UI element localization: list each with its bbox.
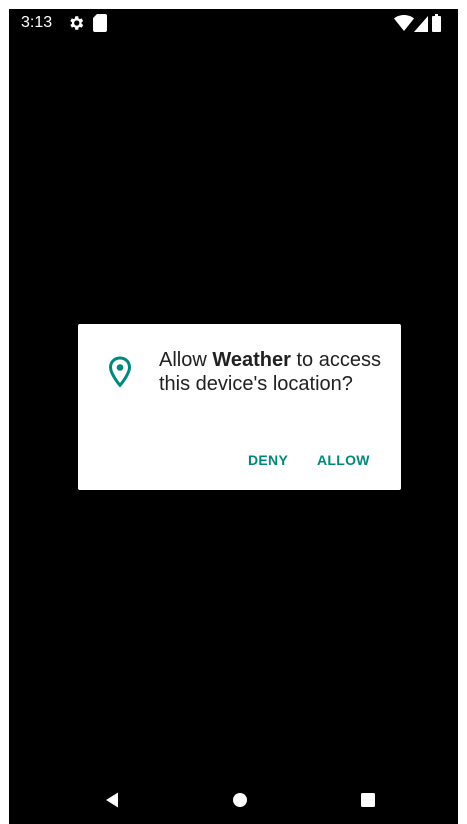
navigation-bar: [9, 776, 458, 824]
recents-icon[interactable]: [354, 786, 382, 814]
battery-icon: [432, 14, 441, 32]
message-prefix: Allow: [159, 349, 213, 371]
cell-signal-icon: [414, 16, 428, 32]
wifi-icon: [394, 15, 414, 31]
dialog-message: Allow Weather to access this device's lo…: [159, 348, 384, 396]
home-icon[interactable]: [226, 786, 254, 814]
permission-dialog: Allow Weather to access this device's lo…: [78, 324, 401, 490]
back-icon[interactable]: [99, 786, 127, 814]
sd-card-icon: [93, 14, 107, 32]
app-name: Weather: [212, 349, 291, 371]
allow-button[interactable]: ALLOW: [309, 442, 378, 478]
phone-screen: 3:13 Allow Weather to access this device…: [9, 9, 458, 824]
location-pin-icon: [108, 356, 132, 388]
status-time: 3:13: [21, 14, 53, 31]
status-bar: 3:13: [9, 9, 458, 37]
settings-gear-icon: [70, 16, 84, 30]
deny-button[interactable]: DENY: [240, 442, 296, 478]
